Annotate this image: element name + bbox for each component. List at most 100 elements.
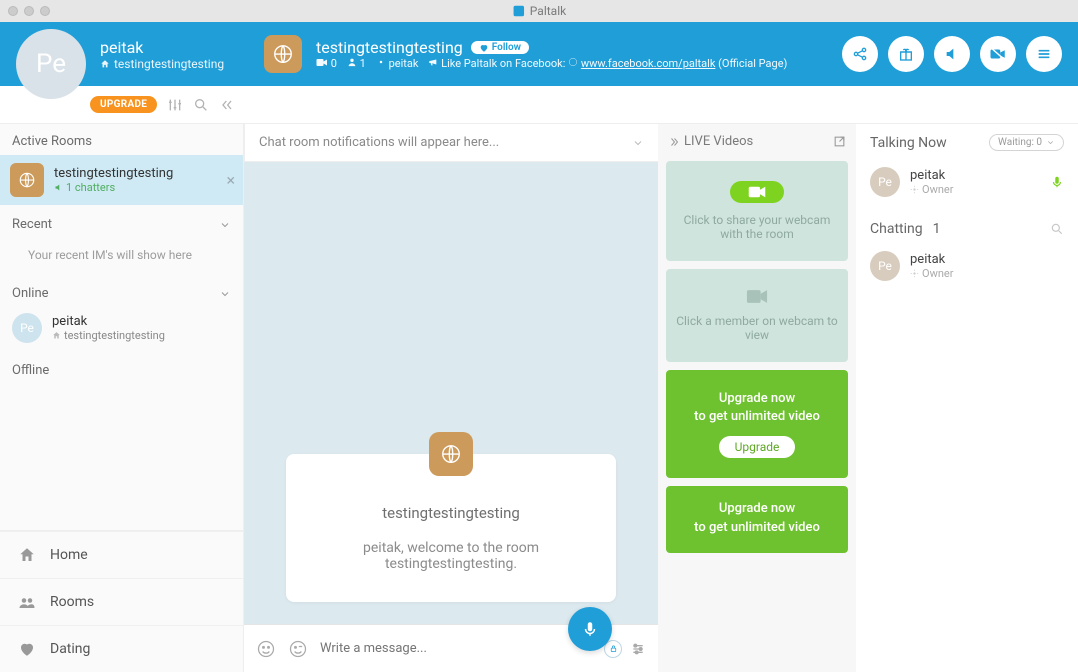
notification-bar[interactable]: Chat room notifications will appear here…: [244, 124, 658, 162]
home-icon: [18, 546, 36, 564]
upgrade-tile-1[interactable]: Upgrade now to get unlimited video Upgra…: [666, 370, 848, 478]
user-room: testingtestingtesting: [52, 329, 165, 342]
traffic-lights: [0, 6, 50, 16]
header-actions: [842, 36, 1062, 72]
home-icon: [100, 59, 110, 69]
close-room-button[interactable]: ×: [226, 171, 235, 190]
popout-icon[interactable]: [833, 135, 846, 148]
welcome-text-1: peitak, welcome to the room: [306, 540, 596, 556]
bottom-nav: Home Rooms Dating: [0, 530, 243, 672]
user-room[interactable]: testingtestingtesting: [100, 57, 250, 71]
fb-link[interactable]: www.facebook.com/paltalk: [581, 57, 716, 70]
chevron-right-icon[interactable]: [668, 136, 680, 148]
settings-icon[interactable]: [630, 641, 646, 657]
nav-dating[interactable]: Dating: [0, 625, 243, 672]
globe-icon: [440, 443, 462, 465]
emoji-icon[interactable]: [256, 639, 276, 659]
room-meta: 0 1 peitak Like Paltalk on Facebook: www…: [316, 57, 787, 70]
nav-rooms[interactable]: Rooms: [0, 578, 243, 625]
user-role: Owner: [910, 267, 953, 280]
chevron-down-icon: [632, 137, 644, 149]
video-column: LIVE Videos Click to share your webcam w…: [658, 124, 856, 672]
user-role: Owner: [910, 183, 953, 196]
room-chatters: 1 chatters: [54, 181, 173, 194]
gift-button[interactable]: [888, 36, 924, 72]
user-name: peitak: [910, 168, 953, 183]
camera-icon: [748, 186, 766, 198]
gear-icon: [910, 185, 919, 194]
fb-promo: Like Paltalk on Facebook: www.facebook.c…: [428, 57, 787, 70]
search-icon[interactable]: [1050, 222, 1064, 236]
heart-icon: [479, 43, 489, 53]
welcome-badge: [429, 432, 473, 476]
waiting-pill[interactable]: Waiting: 0: [989, 134, 1064, 151]
chatting-header: Chatting 1: [870, 221, 1064, 237]
follow-button[interactable]: Follow: [471, 41, 529, 54]
user-name: peitak: [910, 252, 953, 267]
share-webcam-tile[interactable]: Click to share your webcam with the room: [666, 161, 848, 261]
user-name: peitak: [52, 314, 165, 329]
globe-icon: [568, 57, 578, 67]
chatting-user[interactable]: Pe peitak Owner: [870, 245, 1064, 287]
welcome-card: testingtestingtesting peitak, welcome to…: [286, 454, 616, 602]
recent-hint: Your recent IM's will show here: [0, 236, 243, 274]
globe-icon: [272, 43, 294, 65]
minimize-window[interactable]: [24, 6, 34, 16]
close-window[interactable]: [8, 6, 18, 16]
online-section[interactable]: Online: [0, 274, 243, 305]
gear-icon: [910, 269, 919, 278]
gear-icon: [376, 57, 386, 67]
chatting-count: 1: [933, 221, 941, 237]
talking-user[interactable]: Pe peitak Owner: [870, 161, 1064, 203]
nav-home[interactable]: Home: [0, 531, 243, 578]
sidebar: Active Rooms testingtestingtesting 1 cha…: [0, 124, 244, 672]
username: peitak: [100, 38, 250, 57]
collapse-icon[interactable]: [219, 97, 235, 113]
room-name: testingtestingtesting: [54, 166, 173, 181]
gift-icon: [898, 46, 914, 62]
user-avatar[interactable]: Pe: [16, 29, 86, 99]
webcam-button[interactable]: [730, 181, 784, 203]
active-room-item[interactable]: testingtestingtesting 1 chatters ×: [0, 155, 243, 205]
menu-button[interactable]: [1026, 36, 1062, 72]
search-icon[interactable]: [193, 97, 209, 113]
view-text: Click a member on webcam to view: [676, 314, 838, 342]
view-webcam-tile[interactable]: Click a member on webcam to view: [666, 269, 848, 362]
room-title: testingtestingtesting: [316, 38, 463, 57]
app-icon: [512, 4, 526, 18]
participants-column: Talking Now Waiting: 0 Pe peitak Owner C…: [856, 124, 1078, 672]
upgrade-tile-2[interactable]: Upgrade now to get unlimited video: [666, 486, 848, 552]
chevron-down-icon: [219, 288, 231, 300]
sliders-icon[interactable]: [167, 97, 183, 113]
welcome-text-2: testingtestingtesting.: [306, 556, 596, 572]
camera-icon: [746, 289, 768, 304]
upgrade-badge[interactable]: UPGRADE: [90, 96, 157, 113]
message-input[interactable]: [320, 641, 592, 656]
video-off-button[interactable]: [980, 36, 1016, 72]
talking-header: Talking Now Waiting: 0: [870, 134, 1064, 151]
room-icon: [264, 35, 302, 73]
home-icon: [52, 331, 61, 340]
mic-button[interactable]: [568, 607, 612, 651]
globe-icon: [18, 171, 36, 189]
share-text: Click to share your webcam with the room: [676, 213, 838, 241]
sticker-icon[interactable]: [288, 639, 308, 659]
user-avatar: Pe: [12, 313, 42, 343]
room-block: testingtestingtesting Follow 0 1 peitak …: [316, 38, 787, 70]
sound-icon: [54, 183, 63, 192]
recent-section[interactable]: Recent: [0, 205, 243, 236]
compose-bar: [244, 624, 658, 672]
speaker-icon: [944, 46, 960, 62]
chevron-down-icon: [1046, 138, 1055, 147]
upgrade-button[interactable]: Upgrade: [719, 436, 796, 458]
active-rooms-header: Active Rooms: [0, 124, 243, 155]
heart-icon: [18, 640, 36, 658]
offline-section[interactable]: Offline: [0, 351, 243, 382]
hamburger-icon: [1036, 46, 1052, 62]
zoom-window[interactable]: [40, 6, 50, 16]
sound-button[interactable]: [934, 36, 970, 72]
welcome-title: testingtestingtesting: [306, 504, 596, 522]
chat-area: testingtestingtesting peitak, welcome to…: [244, 162, 658, 624]
share-button[interactable]: [842, 36, 878, 72]
online-user-item[interactable]: Pe peitak testingtestingtesting: [0, 305, 243, 351]
